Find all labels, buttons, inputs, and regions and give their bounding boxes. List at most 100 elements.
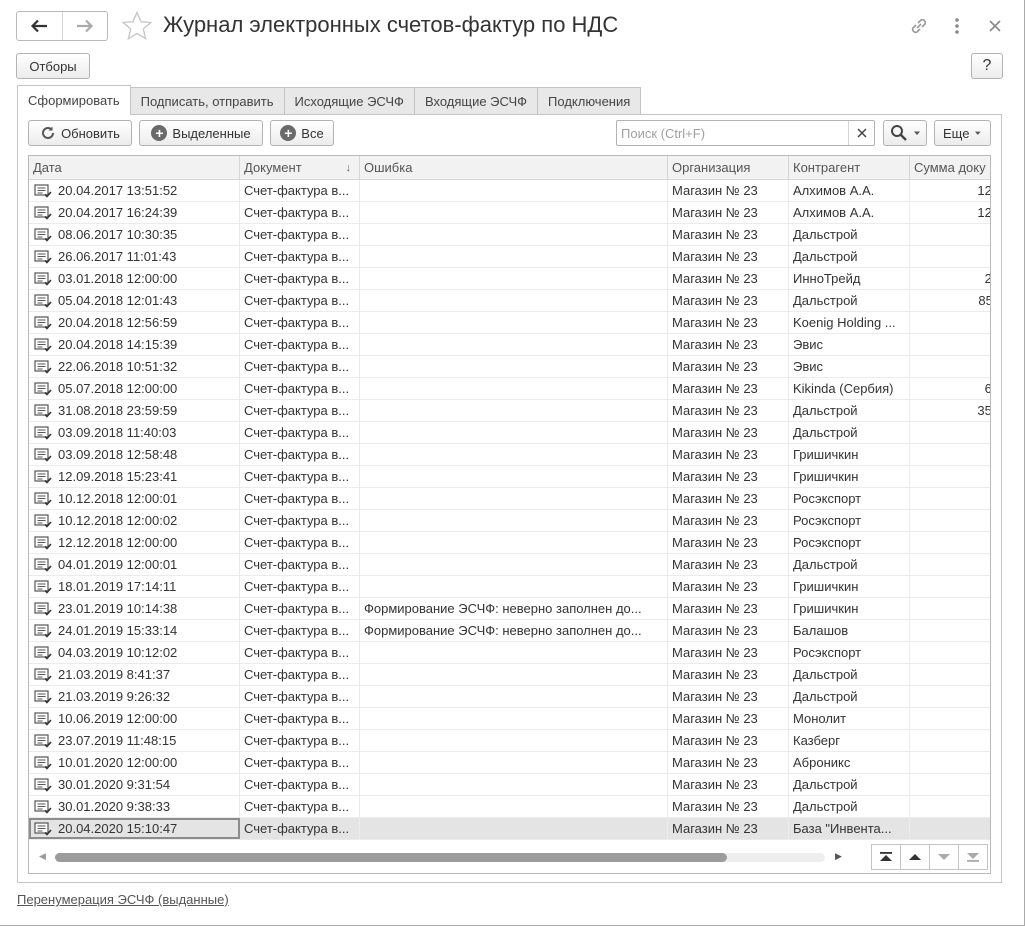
refresh-label: Обновить	[61, 125, 120, 141]
cell-error	[360, 202, 668, 223]
cell-organization: Магазин № 23	[668, 444, 789, 465]
cell-date-text: 20.04.2017 13:51:52	[58, 183, 178, 198]
sort-down-icon: ↓	[345, 162, 352, 174]
filters-button[interactable]: Отборы	[16, 53, 90, 79]
tab-generate[interactable]: Сформировать	[17, 85, 131, 115]
table-row[interactable]: 12.12.2018 12:00:00 Счет-фактура в... Мага…	[29, 532, 990, 554]
clear-search-button[interactable]	[848, 121, 874, 145]
table-row[interactable]: 10.12.2018 12:00:02 Счет-фактура в... Мага…	[29, 510, 990, 532]
link-icon[interactable]	[907, 14, 931, 38]
table-row[interactable]: 03.09.2018 11:40:03 Счет-фактура в... Мага…	[29, 422, 990, 444]
table-row[interactable]: 03.09.2018 12:58:48 Счет-фактура в... Мага…	[29, 444, 990, 466]
cell-error	[360, 818, 668, 839]
more-label: Еще	[943, 125, 970, 141]
cell-date-text: 05.07.2018 12:00:00	[58, 381, 178, 396]
cell-error	[360, 774, 668, 795]
table-row[interactable]: 03.01.2018 12:00:00 Счет-фактура в... Мага…	[29, 268, 990, 290]
all-button[interactable]: + Все	[270, 120, 334, 146]
previous-row-button[interactable]	[900, 844, 930, 870]
invoice-document-icon	[34, 733, 52, 748]
horizontal-scrollbar[interactable]: ◀ ▶	[29, 841, 990, 873]
more-button[interactable]: Еще	[934, 120, 991, 146]
table-row[interactable]: 30.01.2020 9:31:54 Счет-фактура в... Магаз…	[29, 774, 990, 796]
table-row[interactable]: 04.01.2019 12:00:01 Счет-фактура в... Мага…	[29, 554, 990, 576]
table-row[interactable]: 23.01.2019 10:14:38 Счет-фактура в... Форм…	[29, 598, 990, 620]
table-row[interactable]: 20.04.2017 13:51:52 Счет-фактура в... Мага…	[29, 180, 990, 202]
table-row[interactable]: 22.06.2018 10:51:32 Счет-фактура в... Мага…	[29, 356, 990, 378]
invoice-document-icon	[34, 557, 52, 572]
table-row[interactable]: 26.06.2017 11:01:43 Счет-фактура в... Мага…	[29, 246, 990, 268]
column-header-document[interactable]: Документ ↓	[240, 156, 360, 180]
table-row[interactable]: 20.04.2017 16:24:39 Счет-фактура в... Мага…	[29, 202, 990, 224]
cell-amount: 54,	[910, 774, 990, 795]
cell-organization: Магазин № 23	[668, 290, 789, 311]
cell-error	[360, 532, 668, 553]
cell-error	[360, 686, 668, 707]
tab-outgoing[interactable]: Исходящие ЭСЧФ	[283, 87, 415, 115]
tab-sign-send[interactable]: Подписать, отправить	[129, 87, 285, 115]
table-row[interactable]: 05.04.2018 12:01:43 Счет-фактура в... Мага…	[29, 290, 990, 312]
table-row[interactable]: 23.07.2019 11:48:15 Счет-фактура в... Мага…	[29, 730, 990, 752]
cell-date: 10.01.2020 12:00:00	[29, 752, 240, 773]
cell-document: Счет-фактура в...	[240, 554, 360, 575]
table-row[interactable]: 21.03.2019 9:26:32 Счет-фактура в... Магаз…	[29, 686, 990, 708]
table-row[interactable]: 04.03.2019 10:12:02 Счет-фактура в... Мага…	[29, 642, 990, 664]
first-row-button[interactable]	[871, 844, 901, 870]
cell-date-text: 08.06.2017 10:30:35	[58, 227, 178, 242]
table-row[interactable]: 24.01.2019 15:33:14 Счет-фактура в... Форм…	[29, 620, 990, 642]
cell-date: 12.09.2018 15:23:41	[29, 466, 240, 487]
table-row[interactable]: 12.09.2018 15:23:41 Счет-фактура в... Мага…	[29, 466, 990, 488]
close-icon[interactable]	[983, 14, 1007, 38]
all-label: Все	[301, 125, 324, 141]
renumber-link[interactable]: Перенумерация ЭСЧФ (выданные)	[17, 892, 229, 907]
table-row[interactable]: 10.06.2019 12:00:00 Счет-фактура в... Мага…	[29, 708, 990, 730]
refresh-button[interactable]: Обновить	[28, 120, 132, 146]
table-row[interactable]: 21.03.2019 8:41:37 Счет-фактура в... Магаз…	[29, 664, 990, 686]
column-header-amount[interactable]: Сумма доку	[910, 156, 990, 180]
table-row[interactable]: 18.01.2019 17:14:11 Счет-фактура в... Мага…	[29, 576, 990, 598]
table-row[interactable]: 10.01.2020 12:00:00 Счет-фактура в... Мага…	[29, 752, 990, 774]
search-input[interactable]	[617, 122, 848, 144]
scroll-right-icon[interactable]: ▶	[835, 851, 842, 862]
cell-counterparty: Эвис	[789, 356, 910, 377]
cell-amount: 231,	[910, 246, 990, 267]
table-row[interactable]: 20.04.2018 14:15:39 Счет-фактура в... Мага…	[29, 334, 990, 356]
table-row[interactable]: 10.12.2018 12:00:01 Счет-фактура в... Мага…	[29, 488, 990, 510]
back-button[interactable]	[17, 12, 62, 40]
last-row-button[interactable]	[958, 844, 988, 870]
column-header-date[interactable]: Дата	[29, 156, 240, 180]
help-button[interactable]: ?	[971, 53, 1003, 79]
cell-date: 20.04.2018 12:56:59	[29, 312, 240, 333]
table-row[interactable]: 20.04.2020 15:10:47 Счет-фактура в... Мага…	[29, 818, 990, 840]
table-row[interactable]: 31.08.2018 23:59:59 Счет-фактура в... Мага…	[29, 400, 990, 422]
star-icon[interactable]	[121, 10, 153, 42]
cell-error	[360, 290, 668, 311]
scroll-thumb[interactable]	[55, 853, 727, 862]
more-vertical-icon[interactable]	[945, 14, 969, 38]
plus-circle-icon: +	[151, 125, 168, 141]
column-header-organization[interactable]: Организация	[668, 156, 789, 180]
cell-amount: 34,	[910, 532, 990, 553]
cell-date-text: 10.06.2019 12:00:00	[58, 711, 178, 726]
search-options-button[interactable]	[883, 120, 927, 146]
table-row[interactable]: 05.07.2018 12:00:00 Счет-фактура в... Мага…	[29, 378, 990, 400]
column-header-counterparty[interactable]: Контрагент	[789, 156, 910, 180]
column-header-error[interactable]: Ошибка	[360, 156, 668, 180]
selected-label: Выделенные	[172, 125, 251, 141]
forward-button[interactable]	[61, 12, 107, 40]
table-row[interactable]: 08.06.2017 10:30:35 Счет-фактура в... Мага…	[29, 224, 990, 246]
cell-date: 08.06.2017 10:30:35	[29, 224, 240, 245]
table-row[interactable]: 30.01.2020 9:38:33 Счет-фактура в... Магаз…	[29, 796, 990, 818]
cell-date: 12.12.2018 12:00:00	[29, 532, 240, 553]
scroll-left-icon[interactable]: ◀	[39, 851, 46, 862]
tab-incoming[interactable]: Входящие ЭСЧФ	[413, 87, 539, 115]
selected-button[interactable]: + Выделенные	[139, 120, 263, 146]
cell-counterparty: Koenig Holding ...	[789, 312, 910, 333]
table-row[interactable]: 20.04.2018 12:56:59 Счет-фактура в... Мага…	[29, 312, 990, 334]
cell-error	[360, 488, 668, 509]
next-row-button[interactable]	[929, 844, 959, 870]
cell-date: 21.03.2019 9:26:32	[29, 686, 240, 707]
tab-connections[interactable]: Подключения	[537, 87, 642, 115]
cell-counterparty: Дальстрой	[789, 422, 910, 443]
cell-counterparty: Росэкспорт	[789, 510, 910, 531]
